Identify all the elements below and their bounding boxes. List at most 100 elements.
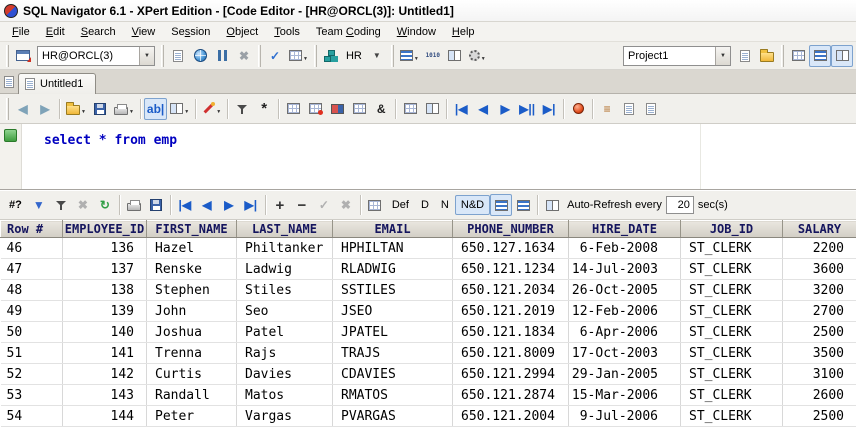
- grid-cell[interactable]: 29-Jan-2005: [568, 363, 681, 385]
- project-manager-icon[interactable]: [756, 45, 778, 67]
- prior-record-icon[interactable]: ◀: [196, 194, 218, 216]
- schema-dropdown-icon[interactable]: ▼: [366, 45, 388, 67]
- grid-cell[interactable]: ST_CLERK: [680, 258, 783, 280]
- grid-cell[interactable]: 6-Feb-2008: [568, 237, 681, 259]
- grid-cell[interactable]: 140: [62, 321, 147, 343]
- grid-cell[interactable]: Patel: [236, 321, 333, 343]
- column-header-phone-number[interactable]: PHONE_NUMBER: [452, 220, 569, 238]
- grid-cell[interactable]: RMATOS: [332, 384, 453, 406]
- record-view-icon[interactable]: [512, 194, 534, 216]
- grid-cell[interactable]: 46: [0, 237, 63, 259]
- grid-cell[interactable]: 51: [0, 342, 63, 364]
- web-support-icon[interactable]: [189, 45, 211, 67]
- new-session-icon[interactable]: [12, 45, 34, 67]
- grid-cell[interactable]: Peter: [146, 405, 237, 427]
- insert-record-icon[interactable]: +: [269, 194, 291, 216]
- refresh-interval-input[interactable]: [665, 196, 694, 214]
- grid-cell[interactable]: Joshua: [146, 321, 237, 343]
- grid-cell[interactable]: Trenna: [146, 342, 237, 364]
- grid-cell[interactable]: Matos: [236, 384, 333, 406]
- grid-cell[interactable]: 9-Jul-2006: [568, 405, 681, 427]
- cancel-edit-icon[interactable]: ✖: [335, 194, 357, 216]
- column-layout-icon[interactable]: [541, 194, 563, 216]
- code-wizard-icon[interactable]: ▼: [199, 98, 224, 120]
- delete-record-icon[interactable]: −: [291, 194, 313, 216]
- grid-cell[interactable]: 2200: [782, 237, 856, 259]
- grid-cell[interactable]: Ladwig: [236, 258, 333, 280]
- column-header-employee-id[interactable]: EMPLOYEE_ID: [62, 220, 147, 238]
- commit-options-icon[interactable]: ▼: [286, 45, 311, 67]
- grid-cell[interactable]: 3200: [782, 279, 856, 301]
- grid-cell[interactable]: 3100: [782, 363, 856, 385]
- connection-combo-arrow-icon[interactable]: ▼: [139, 46, 154, 65]
- tab-untitled1[interactable]: Untitled1: [18, 73, 97, 94]
- compare-icon[interactable]: [444, 45, 466, 67]
- select-star-icon[interactable]: *: [253, 98, 275, 120]
- print-icon[interactable]: ▼: [111, 98, 137, 120]
- substitution-var-icon[interactable]: &: [370, 98, 392, 120]
- grid-cell[interactable]: RLADWIG: [332, 258, 453, 280]
- menu-item-edit[interactable]: Edit: [38, 24, 73, 40]
- stop-execution-icon[interactable]: [567, 98, 589, 120]
- edit-data-icon[interactable]: [282, 98, 304, 120]
- grid-cell[interactable]: JSEO: [332, 300, 453, 322]
- grid-cell[interactable]: 650.121.1234: [452, 258, 569, 280]
- grid-cell[interactable]: 6-Apr-2006: [568, 321, 681, 343]
- grid-cell[interactable]: 26-Oct-2005: [568, 279, 681, 301]
- grid-cell[interactable]: 144: [62, 405, 147, 427]
- grid-cell[interactable]: 14-Jul-2003: [568, 258, 681, 280]
- grid-cell[interactable]: 3600: [782, 258, 856, 280]
- execute-icon[interactable]: ▶: [494, 98, 516, 120]
- stop-icon[interactable]: ✖: [233, 45, 255, 67]
- grid-cell[interactable]: ST_CLERK: [680, 405, 783, 427]
- describe-icon[interactable]: [326, 98, 348, 120]
- refresh-icon[interactable]: ↻: [94, 194, 116, 216]
- grid-cell[interactable]: Renske: [146, 258, 237, 280]
- code-layout-icon[interactable]: ▼: [167, 98, 192, 120]
- column-header-salary[interactable]: SALARY: [782, 220, 856, 238]
- fetch-options-icon[interactable]: ▼: [397, 45, 422, 67]
- pause-icon[interactable]: [211, 45, 233, 67]
- filter-icon[interactable]: [231, 98, 253, 120]
- grid-cell[interactable]: 143: [62, 384, 147, 406]
- remove-filter-icon[interactable]: ✖: [72, 194, 94, 216]
- format-number-date-button[interactable]: N&D: [454, 195, 491, 215]
- column-header-first-name[interactable]: FIRST_NAME: [146, 220, 237, 238]
- column-header-row-[interactable]: Row #: [0, 220, 63, 238]
- grid-cell[interactable]: 54: [0, 405, 63, 427]
- grid-cell[interactable]: 52: [0, 363, 63, 385]
- grid-cell[interactable]: 53: [0, 384, 63, 406]
- grid-cell[interactable]: 12-Feb-2006: [568, 300, 681, 322]
- open-session-icon[interactable]: [167, 45, 189, 67]
- print-grid-icon[interactable]: [123, 194, 145, 216]
- spool-page-icon[interactable]: [640, 98, 662, 120]
- grid-cell[interactable]: ST_CLERK: [680, 384, 783, 406]
- next-record-icon[interactable]: ▶: [218, 194, 240, 216]
- grid-cell[interactable]: 50: [0, 321, 63, 343]
- column-header-job-id[interactable]: JOB_ID: [680, 220, 783, 238]
- project-notes-icon[interactable]: [734, 45, 756, 67]
- grid-cell[interactable]: 650.121.2019: [452, 300, 569, 322]
- grid-cell[interactable]: ST_CLERK: [680, 237, 783, 259]
- grid-cell[interactable]: 136: [62, 237, 147, 259]
- find-replace-icon[interactable]: ab|: [143, 97, 168, 120]
- grid-cell[interactable]: ST_CLERK: [680, 342, 783, 364]
- grid-cell[interactable]: 2600: [782, 384, 856, 406]
- grid-cell[interactable]: 650.121.1834: [452, 321, 569, 343]
- grid-cell[interactable]: 650.121.2994: [452, 363, 569, 385]
- last-record-icon[interactable]: ▶|: [240, 194, 262, 216]
- output-window-icon[interactable]: ≡: [596, 98, 618, 120]
- db-navigator-icon[interactable]: [320, 45, 342, 67]
- sort-icon[interactable]: ▼: [28, 194, 50, 216]
- grid-cell[interactable]: ST_CLERK: [680, 300, 783, 322]
- grid-cell[interactable]: Randall: [146, 384, 237, 406]
- grid-cell[interactable]: 650.121.2874: [452, 384, 569, 406]
- save-grid-icon[interactable]: [145, 194, 167, 216]
- menu-item-file[interactable]: File: [4, 24, 38, 40]
- menu-item-tools[interactable]: Tools: [266, 24, 308, 40]
- first-result-icon[interactable]: |◀: [450, 98, 472, 120]
- nav-forward-icon[interactable]: ▶: [34, 98, 56, 120]
- grid-cell[interactable]: 3500: [782, 342, 856, 364]
- prior-result-icon[interactable]: ◀: [472, 98, 494, 120]
- post-edit-icon[interactable]: ✓: [313, 194, 335, 216]
